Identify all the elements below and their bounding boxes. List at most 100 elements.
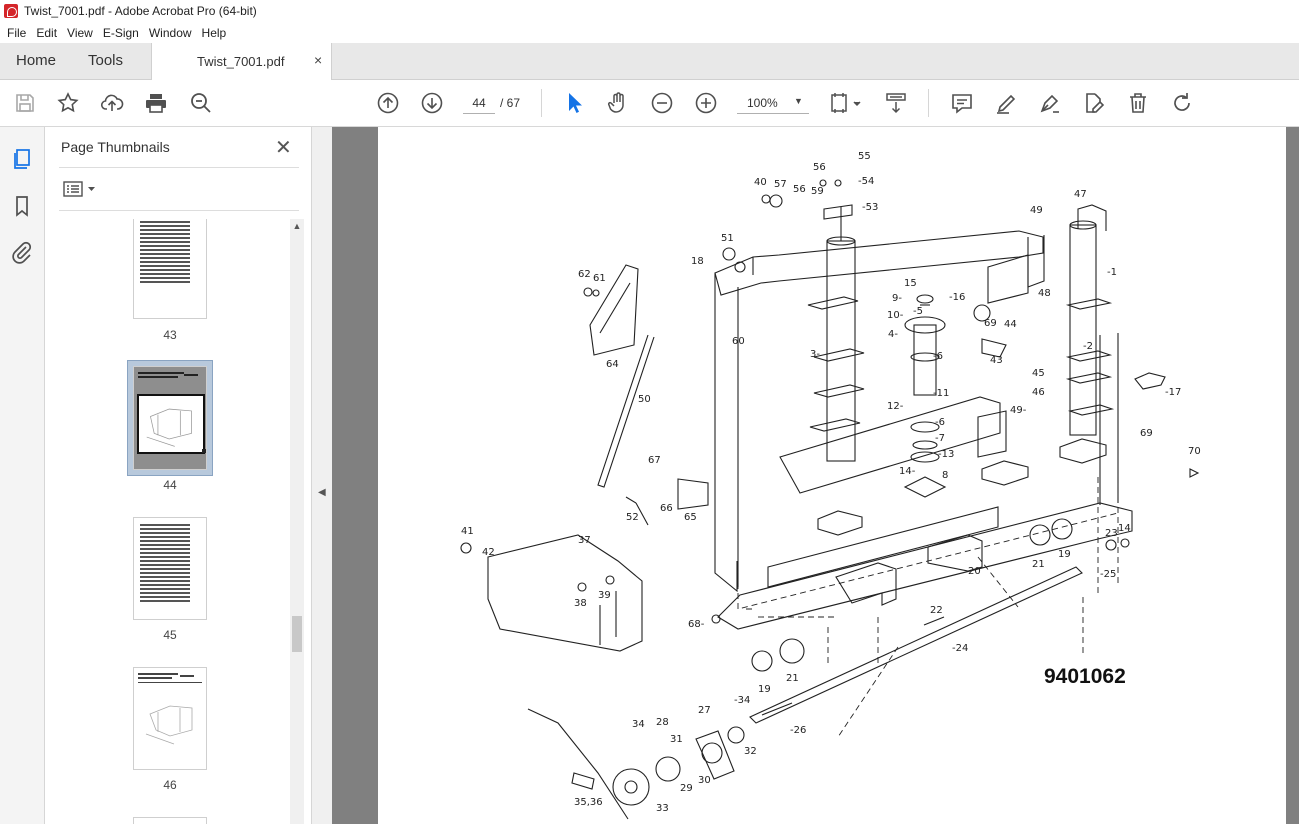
tab-document-label: Twist_7001.pdf xyxy=(197,54,285,69)
page-thumbnail-46[interactable] xyxy=(133,667,207,770)
svg-text:23: 23 xyxy=(1105,528,1118,539)
page-thumbnails-icon[interactable] xyxy=(10,147,34,171)
drive-shafts xyxy=(597,334,1083,724)
svg-text:55: 55 xyxy=(858,151,871,162)
page-thumbnail-47[interactable] xyxy=(133,817,207,824)
svg-text:69: 69 xyxy=(1140,428,1153,439)
thumbnail-label-43: 43 xyxy=(163,328,177,342)
svg-text:-25: -25 xyxy=(1100,569,1116,580)
page-thumbnail-43[interactable] xyxy=(133,219,207,319)
menu-bar: File Edit View E-Sign Window Help xyxy=(0,22,1299,43)
svg-text:-24: -24 xyxy=(952,643,968,654)
svg-text:8: 8 xyxy=(942,470,948,481)
svg-text:45: 45 xyxy=(1032,368,1045,379)
menu-esign[interactable]: E-Sign xyxy=(98,26,144,40)
window-title: Twist_7001.pdf - Adobe Acrobat Pro (64-b… xyxy=(24,4,257,18)
pdf-page: -1 -2 3- 4- -5 -6 -6 -7 8 9- 10- -11 12-… xyxy=(378,127,1286,824)
scroll-mode-icon[interactable] xyxy=(884,91,908,115)
page-thumbnail-45[interactable] xyxy=(133,517,207,620)
svg-text:19: 19 xyxy=(1058,549,1071,560)
zoom-out-icon[interactable] xyxy=(650,91,674,115)
thumbnail-label-44: 44 xyxy=(163,478,177,492)
zoom-in-icon[interactable] xyxy=(694,91,718,115)
previous-page-icon[interactable] xyxy=(376,91,400,115)
toolbar-divider xyxy=(928,89,929,117)
divider xyxy=(59,167,299,168)
upload-cloud-icon[interactable] xyxy=(100,91,124,115)
draw-pen-icon[interactable] xyxy=(1038,91,1062,115)
page-fit-icon[interactable] xyxy=(830,91,864,115)
svg-text:-13: -13 xyxy=(938,449,954,460)
svg-text:67: 67 xyxy=(648,455,661,466)
print-icon[interactable] xyxy=(144,91,168,115)
page-thumbnail-44[interactable] xyxy=(133,366,207,470)
side-guard xyxy=(487,534,643,652)
edit-pdf-icon[interactable] xyxy=(1082,91,1106,115)
select-cursor-icon[interactable] xyxy=(563,91,587,115)
svg-text:31: 31 xyxy=(670,734,683,745)
star-bookmark-icon[interactable] xyxy=(56,91,80,115)
menu-view[interactable]: View xyxy=(62,26,98,40)
left-navigation-rail xyxy=(0,127,45,824)
bookmark-icon[interactable] xyxy=(10,194,34,218)
comment-icon[interactable] xyxy=(950,91,974,115)
close-panel-button[interactable]: ✕ xyxy=(275,135,292,160)
scrollbar-thumb[interactable] xyxy=(292,616,302,652)
svg-text:29: 29 xyxy=(680,783,693,794)
svg-text:20: 20 xyxy=(968,566,981,577)
page-number-input[interactable] xyxy=(463,92,495,114)
zoom-search-icon[interactable] xyxy=(189,91,213,115)
svg-text:27: 27 xyxy=(698,705,711,716)
tab-tools[interactable]: Tools xyxy=(88,52,123,69)
tab-home[interactable]: Home xyxy=(16,52,56,69)
tab-row: Home Tools Twist_7001.pdf × xyxy=(0,43,1299,80)
svg-text:65: 65 xyxy=(684,512,697,523)
save-icon[interactable] xyxy=(13,91,37,115)
close-tab-button[interactable]: × xyxy=(314,52,322,68)
svg-text:42: 42 xyxy=(482,547,495,558)
svg-text:33: 33 xyxy=(656,803,669,814)
panel-collapse-handle[interactable]: ◀ xyxy=(312,127,332,824)
menu-help[interactable]: Help xyxy=(197,26,232,40)
svg-text:19: 19 xyxy=(758,684,771,695)
svg-text:-26: -26 xyxy=(790,725,806,736)
svg-text:30: 30 xyxy=(698,775,711,786)
collapse-left-icon: ◀ xyxy=(318,487,326,498)
drawing-number: 9401062 xyxy=(1044,665,1126,688)
thumbnail-options-menu[interactable] xyxy=(63,181,99,197)
svg-text:21: 21 xyxy=(1032,559,1045,570)
next-page-icon[interactable] xyxy=(420,91,444,115)
menu-edit[interactable]: Edit xyxy=(31,26,62,40)
svg-text:44: 44 xyxy=(1004,319,1017,330)
svg-text:-6: -6 xyxy=(933,351,943,362)
rotate-icon[interactable] xyxy=(1170,91,1194,115)
svg-text:35,36: 35,36 xyxy=(574,797,603,808)
svg-text:14-: 14- xyxy=(899,466,916,477)
svg-text:28: 28 xyxy=(656,717,669,728)
document-canvas[interactable]: -1 -2 3- 4- -5 -6 -6 -7 8 9- 10- -11 12-… xyxy=(332,127,1299,824)
acrobat-logo-icon xyxy=(4,4,18,18)
svg-text:34: 34 xyxy=(632,719,645,730)
thumbnail-scrollbar[interactable]: ▲ xyxy=(290,219,304,824)
svg-text:-11: -11 xyxy=(933,388,949,399)
menu-file[interactable]: File xyxy=(2,26,31,40)
scroll-up-arrow-icon[interactable]: ▲ xyxy=(290,221,304,231)
svg-text:-53: -53 xyxy=(862,202,878,213)
trash-icon[interactable] xyxy=(1126,91,1150,115)
highlight-pen-icon[interactable] xyxy=(994,91,1018,115)
svg-text:22: 22 xyxy=(930,605,943,616)
svg-text:68-: 68- xyxy=(688,619,705,630)
zoom-level-select[interactable]: 100% ▼ xyxy=(737,92,809,114)
thumbnail-label-45: 45 xyxy=(163,628,177,642)
hand-tool-icon[interactable] xyxy=(606,91,630,115)
svg-text:32: 32 xyxy=(744,746,757,757)
tab-document[interactable]: Twist_7001.pdf × xyxy=(151,43,332,80)
attachment-paperclip-icon[interactable] xyxy=(10,240,34,264)
svg-text:-16: -16 xyxy=(949,292,965,303)
svg-text:43: 43 xyxy=(990,355,1003,366)
svg-text:61: 61 xyxy=(593,273,606,284)
menu-window[interactable]: Window xyxy=(144,26,197,40)
exploded-parts-drawing: -1 -2 3- 4- -5 -6 -6 -7 8 9- 10- -11 12-… xyxy=(460,151,1201,820)
svg-text:10-: 10- xyxy=(887,310,904,321)
svg-text:48: 48 xyxy=(1038,288,1051,299)
